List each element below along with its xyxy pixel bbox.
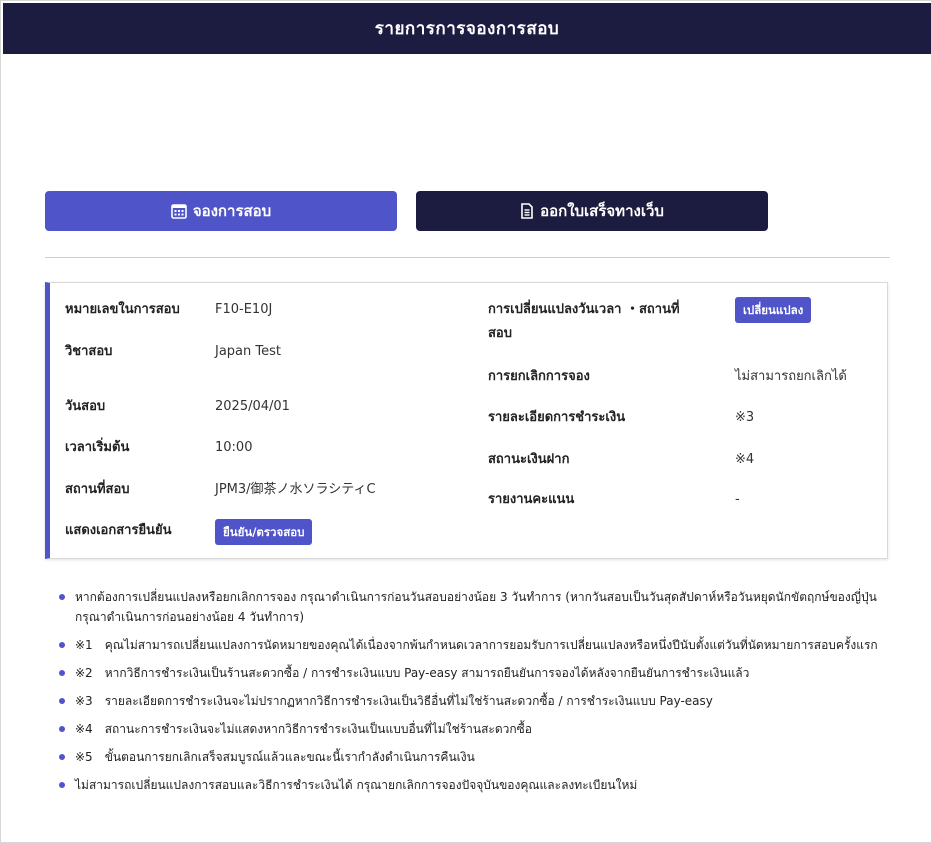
exam-date-label: วันสอบ — [65, 399, 106, 414]
calendar-icon — [171, 203, 187, 219]
list-item: ※1 คุณไม่สามารถเปลี่ยนแปลงการนัดหมายของค… — [59, 635, 889, 655]
confirmation-doc-label: แสดงเอกสารยืนยัน — [65, 523, 172, 538]
page-frame: รายการการจองการสอบ จองการสอบ ออกใบเสร็จท… — [0, 0, 932, 843]
payment-details-label: รายละเอียดการชำระเงิน — [488, 410, 626, 425]
payment-details-value: ※3 — [735, 410, 755, 425]
web-receipt-label: ออกใบเสร็จทางเว็บ — [540, 202, 664, 220]
subject-label: วิชาสอบ — [65, 344, 113, 359]
score-report-value: - — [735, 492, 740, 507]
change-button[interactable]: เปลี่ยนแปลง — [735, 297, 812, 323]
subject-value: Japan Test — [215, 344, 281, 359]
change-schedule-label-line2: สอบ — [488, 326, 512, 341]
venue-label: สถานที่สอบ — [65, 482, 130, 497]
change-schedule-label: การเปลี่ยนแปลงวันเวลา ・สถานที่ สอบ — [488, 298, 680, 346]
web-receipt-button[interactable]: ออกใบเสร็จทางเว็บ — [416, 191, 768, 231]
list-item: ※4 สถานะการชำระเงินจะไม่แสดงหากวิธีการชำ… — [59, 719, 889, 739]
list-item: หากต้องการเปลี่ยนแปลงหรือยกเลิกการจอง กร… — [59, 587, 889, 627]
cancel-reservation-value: ไม่สามารถยกเลิกได้ — [735, 369, 847, 384]
list-item: ※2 หากวิธีการชำระเงินเป็นร้านสะดวกซื้อ /… — [59, 663, 889, 683]
change-schedule-label-line1: การเปลี่ยนแปลงวันเวลา ・สถานที่ — [488, 302, 680, 317]
document-icon — [520, 203, 534, 219]
list-item: ※5 ขั้นตอนการยกเลิกเสร็จสมบูรณ์แล้วและขณ… — [59, 747, 889, 767]
deposit-status-label: สถานะเงินฝาก — [488, 452, 570, 467]
score-report-label: รายงานคะแนน — [488, 492, 575, 507]
start-time-label: เวลาเริ่มต้น — [65, 440, 130, 455]
notes-list: หากต้องการเปลี่ยนแปลงหรือยกเลิกการจอง กร… — [59, 587, 889, 803]
section-divider — [45, 257, 890, 258]
start-time-value: 10:00 — [215, 440, 253, 455]
list-item: ※3 รายละเอียดการชำระเงินจะไม่ปรากฏหากวิธ… — [59, 691, 889, 711]
exam-id-label: หมายเลขในการสอบ — [65, 302, 180, 317]
cancel-reservation-label: การยกเลิกการจอง — [488, 369, 590, 384]
reservation-details-card: หมายเลขในการสอบ F10-E10J วิชาสอบ Japan T… — [45, 282, 888, 559]
list-item: ไม่สามารถเปลี่ยนแปลงการสอบและวิธีการชำระ… — [59, 775, 889, 795]
exam-id-value: F10-E10J — [215, 302, 273, 317]
deposit-status-value: ※4 — [735, 452, 755, 467]
page-header: รายการการจองการสอบ — [3, 3, 931, 54]
confirm-check-button[interactable]: ยืนยัน/ตรวจสอบ — [215, 519, 313, 545]
venue-value: JPM3/御茶ノ水ソラシティC — [215, 482, 376, 497]
reserve-exam-label: จองการสอบ — [192, 202, 272, 220]
page-title: รายการการจองการสอบ — [374, 19, 560, 39]
reserve-exam-button[interactable]: จองการสอบ — [45, 191, 397, 231]
exam-date-value: 2025/04/01 — [215, 399, 290, 414]
